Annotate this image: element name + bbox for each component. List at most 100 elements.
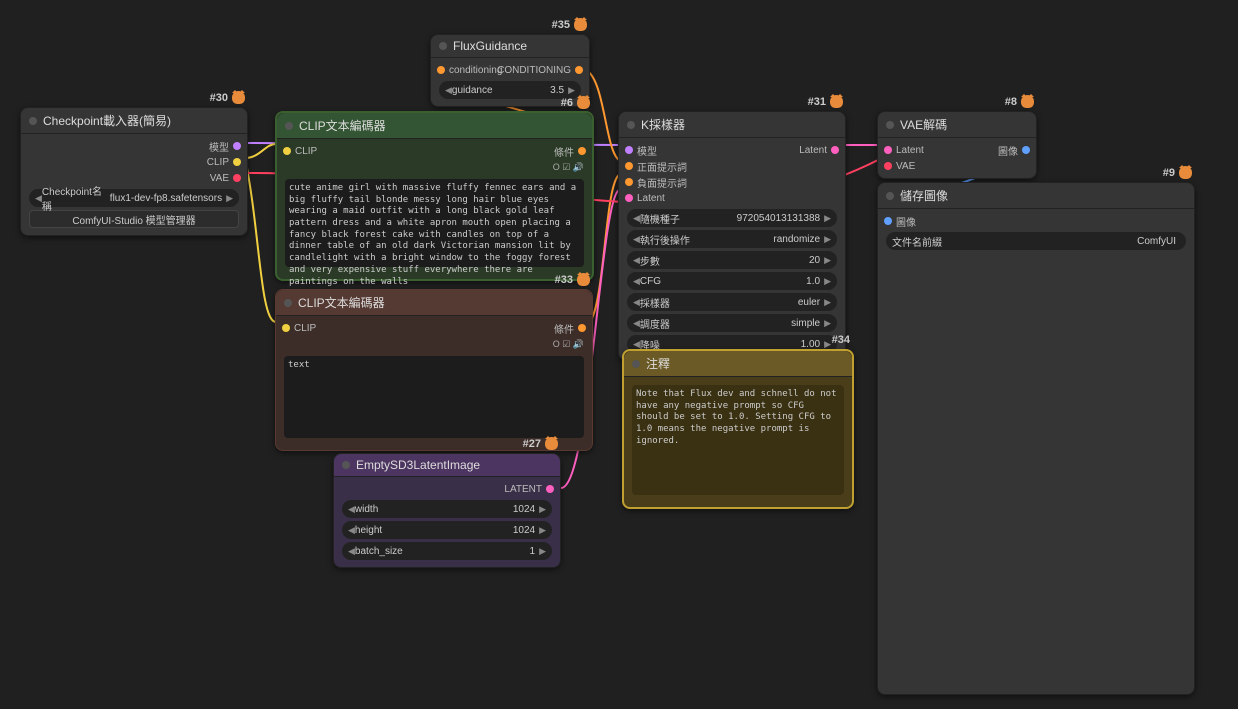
slot-dot-icon[interactable] [1022, 146, 1030, 154]
output-clip: CLIP [207, 157, 229, 168]
cfg-widget[interactable]: ◀CFG1.0▶ [627, 272, 837, 290]
slot-dot-icon[interactable] [575, 66, 583, 74]
node-title[interactable]: FluxGuidance [431, 35, 589, 58]
collapse-dot-icon[interactable] [439, 42, 447, 50]
input-latent: Latent [896, 145, 924, 156]
filename-prefix-widget[interactable]: 文件名前綴ComfyUI [886, 232, 1186, 250]
arrow-left-icon[interactable]: ◀ [348, 546, 355, 557]
arrow-right-icon[interactable]: ▶ [824, 213, 831, 224]
slot-dot-icon[interactable] [625, 146, 633, 154]
arrow-left-icon[interactable]: ◀ [633, 297, 640, 308]
collapse-dot-icon[interactable] [632, 360, 640, 368]
node-title[interactable]: 注釋 [624, 351, 852, 377]
fox-icon [577, 273, 590, 286]
slot-dot-icon[interactable] [625, 194, 633, 202]
fox-icon [1021, 95, 1034, 108]
slot-dot-icon[interactable] [625, 178, 633, 186]
slot-dot-icon[interactable] [283, 147, 291, 155]
arrow-right-icon[interactable]: ▶ [824, 339, 831, 350]
arrow-right-icon[interactable]: ▶ [824, 297, 831, 308]
prompt-textarea[interactable]: text [284, 356, 584, 438]
node-id-badge: #35 [552, 18, 587, 31]
arrow-right-icon[interactable]: ▶ [568, 85, 575, 96]
input-positive: 正面提示詞 [637, 159, 687, 174]
arrow-left-icon[interactable]: ◀ [633, 234, 640, 245]
collapse-dot-icon[interactable] [342, 461, 350, 469]
control-after-generate-widget[interactable]: ◀執行後操作randomize▶ [627, 230, 837, 248]
collapse-dot-icon[interactable] [284, 299, 292, 307]
node-title[interactable]: Checkpoint載入器(簡易) [21, 108, 247, 134]
node-title[interactable]: VAE解碼 [878, 112, 1036, 138]
fox-icon [1179, 166, 1192, 179]
node-vae-decode[interactable]: #8 VAE解碼 Latent 圖像 VAE [877, 111, 1037, 179]
arrow-right-icon[interactable]: ▶ [539, 546, 546, 557]
output-latent: Latent [799, 145, 827, 156]
steps-widget[interactable]: ◀步數20▶ [627, 251, 837, 269]
node-id-badge: #34 [832, 334, 850, 346]
collapse-dot-icon[interactable] [886, 121, 894, 129]
slot-dot-icon[interactable] [578, 147, 586, 155]
slot-dot-icon[interactable] [233, 174, 241, 182]
arrow-left-icon[interactable]: ◀ [35, 193, 42, 204]
arrow-right-icon[interactable]: ▶ [226, 193, 233, 204]
output-model: 模型 [209, 139, 229, 154]
arrow-right-icon[interactable]: ▶ [824, 318, 831, 329]
output-conditioning: 條件 [554, 144, 574, 159]
node-title[interactable]: K採樣器 [619, 112, 845, 138]
scheduler-widget[interactable]: ◀調度器simple▶ [627, 314, 837, 332]
slot-dot-icon[interactable] [884, 162, 892, 170]
slot-dot-icon[interactable] [546, 485, 554, 493]
node-note[interactable]: #34 注釋 Note that Flux dev and schnell do… [622, 349, 854, 509]
node-title[interactable]: EmptySD3LatentImage [334, 454, 560, 477]
note-text[interactable]: Note that Flux dev and schnell do not ha… [632, 385, 844, 495]
arrow-left-icon[interactable]: ◀ [633, 276, 640, 287]
collapse-dot-icon[interactable] [285, 122, 293, 130]
checkpoint-name-widget[interactable]: ◀Checkpoint名稱flux1-dev-fp8.safetensors▶ [29, 189, 239, 207]
node-checkpoint-loader[interactable]: #30 Checkpoint載入器(簡易) 模型 CLIP VAE ◀Check… [20, 107, 248, 236]
node-clip-encode-negative[interactable]: #33 CLIP文本編碼器 CLIP 條件 O ☑ 🔊 text [275, 289, 593, 451]
sampler-widget[interactable]: ◀採樣器euler▶ [627, 293, 837, 311]
slot-dot-icon[interactable] [578, 324, 586, 332]
slot-dot-icon[interactable] [884, 146, 892, 154]
slot-dot-icon[interactable] [437, 66, 445, 74]
node-save-image[interactable]: #9 儲存圖像 圖像 文件名前綴ComfyUI [877, 182, 1195, 695]
collapse-dot-icon[interactable] [29, 117, 37, 125]
arrow-left-icon[interactable]: ◀ [445, 85, 452, 96]
output-conditioning: 條件 [554, 321, 574, 336]
arrow-left-icon[interactable]: ◀ [633, 255, 640, 266]
arrow-right-icon[interactable]: ▶ [539, 525, 546, 536]
batch-size-widget[interactable]: ◀batch_size1▶ [342, 542, 552, 560]
node-ksampler[interactable]: #31 K採樣器 模型 Latent 正面提示詞 負面提示詞 Latent ◀隨… [618, 111, 846, 361]
arrow-right-icon[interactable]: ▶ [824, 276, 831, 287]
arrow-left-icon[interactable]: ◀ [348, 525, 355, 536]
slot-dot-icon[interactable] [884, 217, 892, 225]
collapse-dot-icon[interactable] [886, 192, 894, 200]
arrow-left-icon[interactable]: ◀ [348, 504, 355, 515]
fox-icon [545, 437, 558, 450]
prompt-textarea[interactable]: cute anime girl with massive fluffy fenn… [285, 179, 584, 267]
height-widget[interactable]: ◀height1024▶ [342, 521, 552, 539]
slot-dot-icon[interactable] [282, 324, 290, 332]
arrow-left-icon[interactable]: ◀ [633, 318, 640, 329]
arrow-left-icon[interactable]: ◀ [633, 213, 640, 224]
arrow-right-icon[interactable]: ▶ [539, 504, 546, 515]
collapse-dot-icon[interactable] [627, 121, 635, 129]
arrow-left-icon[interactable]: ◀ [633, 339, 640, 350]
slot-dot-icon[interactable] [233, 142, 241, 150]
node-empty-latent[interactable]: #27 EmptySD3LatentImage LATENT ◀width102… [333, 453, 561, 568]
node-clip-encode-positive[interactable]: #6 CLIP文本編碼器 CLIP 條件 O ☑ 🔊 cute anime gi… [275, 111, 594, 281]
seed-widget[interactable]: ◀隨機種子972054013131388▶ [627, 209, 837, 227]
slot-dot-icon[interactable] [831, 146, 839, 154]
width-widget[interactable]: ◀width1024▶ [342, 500, 552, 518]
node-title[interactable]: 儲存圖像 [878, 183, 1194, 209]
arrow-right-icon[interactable]: ▶ [824, 255, 831, 266]
node-title[interactable]: CLIP文本編碼器 [277, 113, 592, 139]
slot-dot-icon[interactable] [233, 158, 241, 166]
text-toolbox[interactable]: O ☑ 🔊 [553, 162, 584, 173]
slot-dot-icon[interactable] [625, 162, 633, 170]
node-title[interactable]: CLIP文本編碼器 [276, 290, 592, 316]
text-toolbox[interactable]: O ☑ 🔊 [553, 339, 584, 350]
fox-icon [577, 96, 590, 109]
guidance-widget[interactable]: ◀guidance3.5▶ [439, 81, 581, 99]
arrow-right-icon[interactable]: ▶ [824, 234, 831, 245]
